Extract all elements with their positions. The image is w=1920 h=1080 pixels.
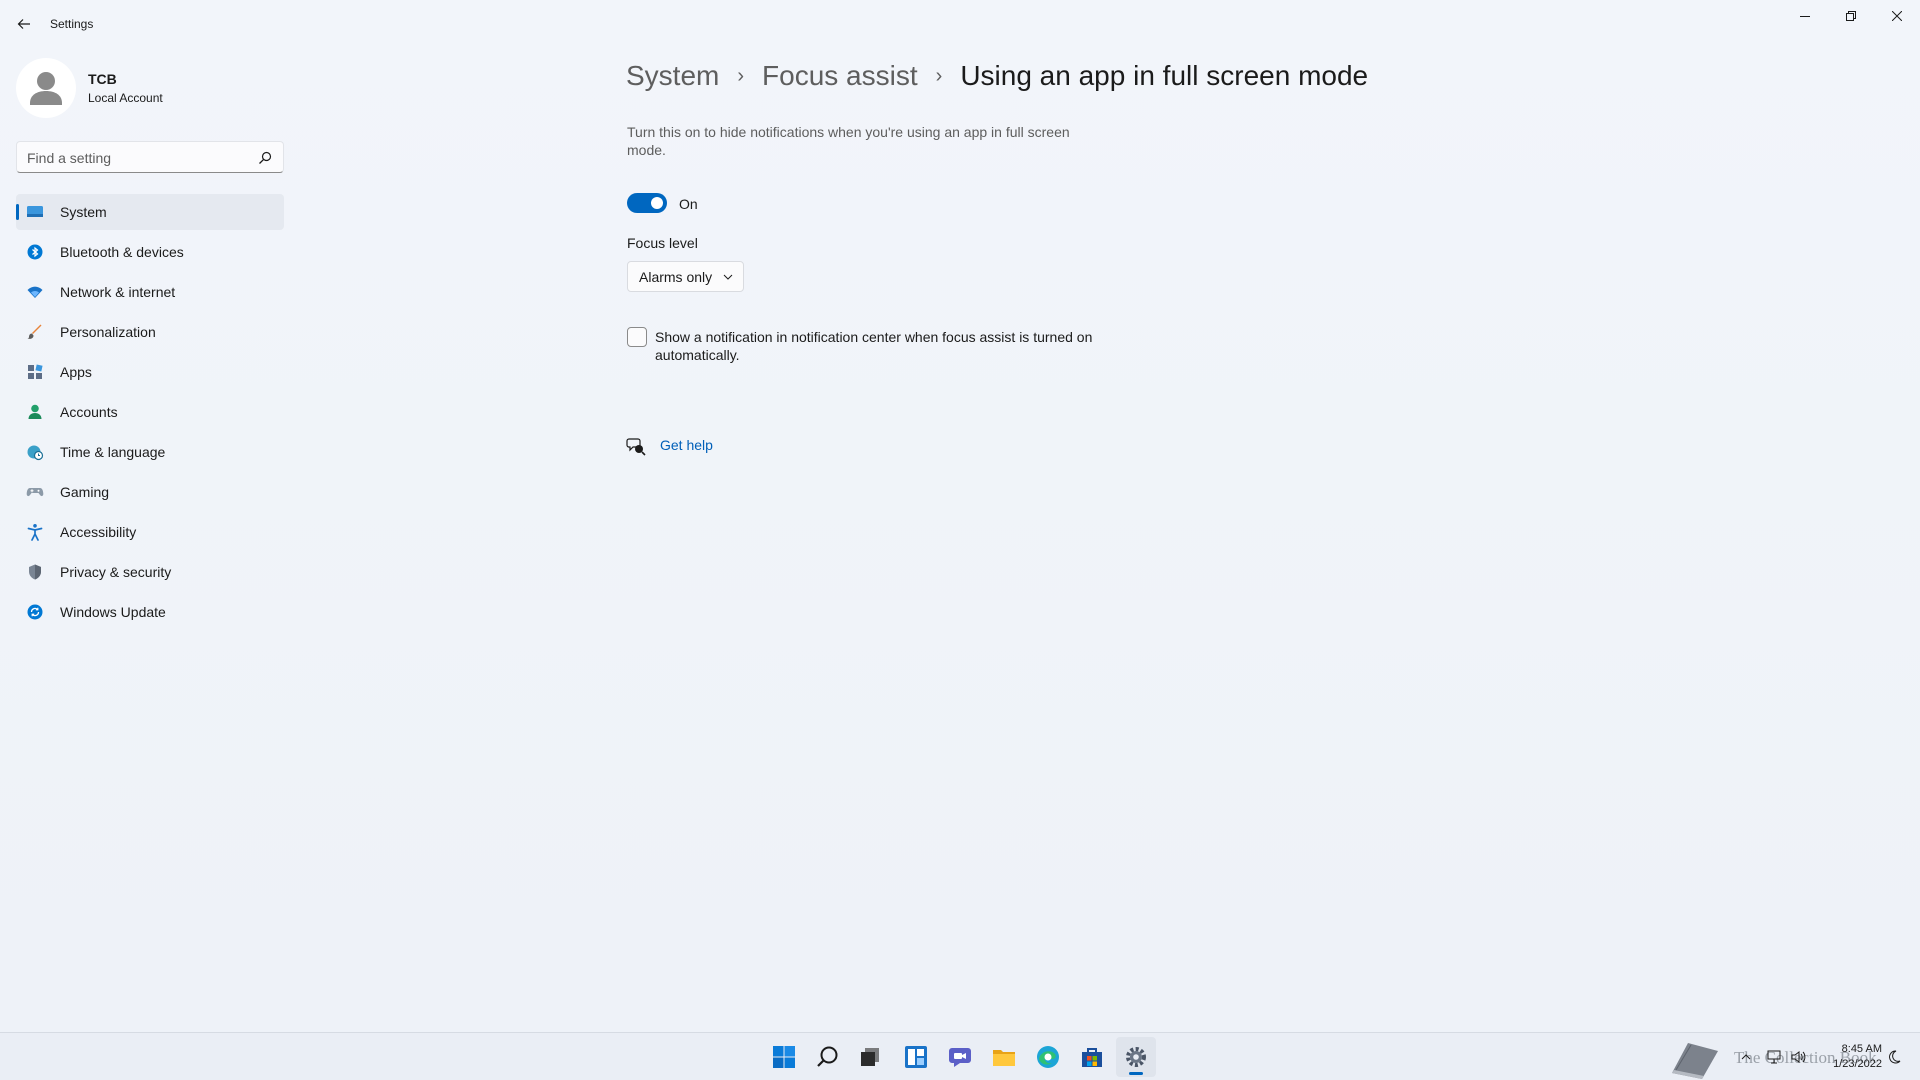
help-icon bbox=[626, 438, 646, 456]
focus-level-label: Focus level bbox=[627, 235, 698, 251]
sidebar-item-accounts[interactable]: Accounts bbox=[16, 394, 284, 430]
sidebar-item-label: Accessibility bbox=[60, 524, 137, 540]
sidebar-item-label: Network & internet bbox=[60, 284, 176, 300]
store-icon bbox=[1082, 1048, 1102, 1067]
task-view-icon bbox=[861, 1048, 879, 1066]
clock-date: 1/23/2022 bbox=[1833, 1058, 1882, 1070]
breadcrumb-system[interactable]: System bbox=[626, 60, 719, 92]
sidebar-item-network[interactable]: Network & internet bbox=[16, 274, 284, 310]
widgets-icon bbox=[905, 1046, 927, 1068]
user-profile[interactable]: TCB Local Account bbox=[16, 58, 276, 118]
page-title: Using an app in full screen mode bbox=[960, 60, 1369, 91]
profile-name: TCB bbox=[88, 71, 117, 87]
taskbar-settings-button[interactable] bbox=[1116, 1037, 1156, 1077]
toggle-state-label: On bbox=[679, 196, 698, 212]
close-button[interactable] bbox=[1874, 0, 1920, 32]
chat-icon bbox=[949, 1048, 971, 1067]
sidebar-item-accessibility[interactable]: Accessibility bbox=[16, 514, 284, 550]
avatar bbox=[16, 58, 76, 118]
person-icon bbox=[26, 403, 44, 421]
gamepad-icon bbox=[26, 483, 44, 501]
focus-level-dropdown[interactable]: Alarms only bbox=[627, 261, 744, 292]
sidebar-item-label: Gaming bbox=[60, 484, 110, 500]
back-arrow-icon bbox=[17, 19, 30, 29]
minimize-button[interactable] bbox=[1782, 0, 1828, 32]
sidebar-item-personalization[interactable]: Personalization bbox=[16, 314, 284, 350]
sidebar-item-label: Privacy & security bbox=[60, 564, 172, 580]
search-icon bbox=[817, 1046, 838, 1067]
taskbar-clock[interactable]: 8:45 AM 1/23/2022 bbox=[1818, 1042, 1882, 1072]
settings-search bbox=[16, 141, 284, 173]
notification-checkbox-label: Show a notification in notification cent… bbox=[655, 329, 1093, 363]
taskbar-widgets-button[interactable] bbox=[896, 1037, 936, 1077]
taskbar-store-button[interactable] bbox=[1072, 1037, 1112, 1077]
title-bar: Settings bbox=[0, 0, 1920, 48]
restore-button[interactable] bbox=[1828, 0, 1874, 32]
sidebar-nav: System Bluetooth & devices Network & int… bbox=[16, 194, 284, 634]
network-icon[interactable] bbox=[1766, 1049, 1782, 1065]
close-icon bbox=[1892, 11, 1902, 21]
clock-time: 8:45 AM bbox=[1841, 1043, 1882, 1055]
profile-account-type: Local Account bbox=[88, 91, 163, 105]
settings-icon bbox=[1126, 1047, 1146, 1067]
sidebar-item-bluetooth[interactable]: Bluetooth & devices bbox=[16, 234, 284, 270]
minimize-icon bbox=[1800, 16, 1810, 17]
restore-icon bbox=[1846, 11, 1856, 21]
accessibility-icon bbox=[26, 523, 44, 541]
shield-icon bbox=[26, 563, 44, 581]
apps-icon bbox=[26, 363, 44, 381]
taskbar-file-explorer-button[interactable] bbox=[984, 1037, 1024, 1077]
chevron-up-icon[interactable] bbox=[1740, 1051, 1752, 1063]
edge-icon bbox=[1037, 1046, 1059, 1068]
volume-icon[interactable] bbox=[1790, 1049, 1806, 1065]
sidebar-item-privacy-security[interactable]: Privacy & security bbox=[16, 554, 284, 590]
monitor-icon bbox=[26, 203, 44, 221]
brush-icon bbox=[26, 323, 44, 341]
bluetooth-icon bbox=[26, 243, 44, 261]
sidebar-item-apps[interactable]: Apps bbox=[16, 354, 284, 390]
breadcrumb: System › Focus assist › Using an app in … bbox=[626, 56, 1368, 96]
sidebar-item-windows-update[interactable]: Windows Update bbox=[16, 594, 284, 630]
update-icon bbox=[26, 603, 44, 621]
file-explorer-icon bbox=[993, 1050, 1015, 1066]
get-help-link[interactable]: Get help bbox=[660, 437, 713, 453]
sidebar-item-label: Personalization bbox=[60, 324, 156, 340]
settings-window: Settings TCB Local Account Find a settin… bbox=[0, 0, 1920, 1032]
sidebar-item-label: System bbox=[60, 204, 107, 220]
taskbar-edge-button[interactable] bbox=[1028, 1037, 1068, 1077]
taskbar: The Collection Book 8:45 AM 1/23/2022 bbox=[0, 1032, 1920, 1080]
book-watermark-icon bbox=[1672, 1043, 1718, 1079]
sidebar-item-label: Bluetooth & devices bbox=[60, 244, 184, 260]
start-icon bbox=[773, 1046, 795, 1068]
sidebar-item-label: Apps bbox=[60, 364, 92, 380]
notification-checkbox[interactable] bbox=[627, 327, 647, 347]
taskbar-task-view-button[interactable] bbox=[850, 1037, 890, 1077]
chevron-right-icon: › bbox=[935, 64, 943, 87]
chevron-down-icon bbox=[723, 274, 733, 280]
globe-clock-icon bbox=[26, 443, 44, 461]
sidebar-item-label: Windows Update bbox=[60, 604, 166, 620]
notification-moon-icon[interactable] bbox=[1886, 1049, 1902, 1065]
taskbar-start-button[interactable] bbox=[764, 1037, 804, 1077]
user-avatar-icon bbox=[30, 72, 62, 105]
taskbar-search-button[interactable] bbox=[808, 1037, 848, 1077]
sidebar-item-time-language[interactable]: Time & language bbox=[16, 434, 284, 470]
sidebar-item-label: Time & language bbox=[60, 444, 166, 460]
focus-level-value: Alarms only bbox=[639, 269, 713, 285]
back-button[interactable] bbox=[12, 12, 36, 36]
breadcrumb-focus-assist[interactable]: Focus assist bbox=[762, 60, 918, 92]
sidebar-item-system[interactable]: System bbox=[16, 194, 284, 230]
search-icon[interactable] bbox=[257, 150, 273, 166]
sidebar-item-label: Accounts bbox=[60, 404, 118, 420]
chevron-right-icon: › bbox=[737, 64, 745, 87]
toggle-knob bbox=[651, 197, 663, 209]
taskbar-chat-button[interactable] bbox=[940, 1037, 980, 1077]
sidebar-item-gaming[interactable]: Gaming bbox=[16, 474, 284, 510]
setting-description: Turn this on to hide notifications when … bbox=[627, 124, 1070, 158]
full-screen-toggle[interactable] bbox=[627, 193, 667, 213]
wifi-icon bbox=[26, 283, 44, 301]
search-input[interactable] bbox=[27, 149, 247, 167]
app-title: Settings bbox=[50, 17, 94, 31]
